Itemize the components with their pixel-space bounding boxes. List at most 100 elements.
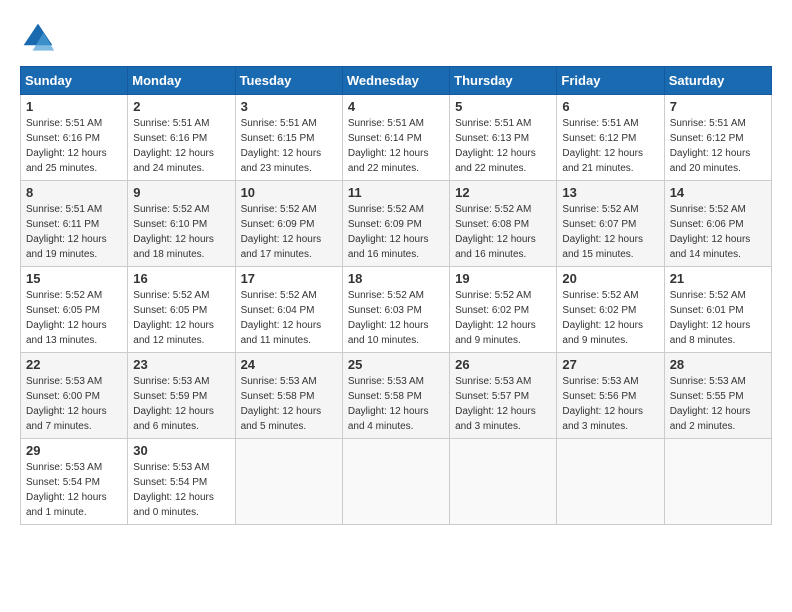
table-row: 29Sunrise: 5:53 AMSunset: 5:54 PMDayligh… — [21, 439, 128, 525]
day-number: 25 — [348, 357, 444, 372]
day-info: Sunrise: 5:52 AMSunset: 6:01 PMDaylight:… — [670, 288, 766, 348]
day-info: Sunrise: 5:52 AMSunset: 6:03 PMDaylight:… — [348, 288, 444, 348]
table-row: 8 Sunrise: 5:51 AMSunset: 6:11 PMDaylight… — [21, 181, 128, 267]
logo-icon — [20, 20, 56, 56]
day-info: Sunrise: 5:52 AMSunset: 6:06 PMDaylight:… — [670, 202, 766, 262]
day-number: 28 — [670, 357, 766, 372]
day-info: Sunrise: 5:52 AMSunset: 6:07 PMDaylight:… — [562, 202, 658, 262]
table-row: 13 Sunrise: 5:52 AMSunset: 6:07 PMDayligh… — [557, 181, 664, 267]
table-row: 14 Sunrise: 5:52 AMSunset: 6:06 PMDayligh… — [664, 181, 771, 267]
table-row — [557, 439, 664, 525]
day-number: 29 — [26, 443, 122, 458]
day-info: Sunrise: 5:52 AMSunset: 6:09 PMDaylight:… — [348, 202, 444, 262]
day-number: 19 — [455, 271, 551, 286]
table-row: 3 Sunrise: 5:51 AMSunset: 6:15 PMDaylight… — [235, 95, 342, 181]
day-info: Sunrise: 5:53 AMSunset: 5:58 PMDaylight:… — [348, 374, 444, 434]
table-row: 22 Sunrise: 5:53 AMSunset: 6:00 PMDayligh… — [21, 353, 128, 439]
day-info: Sunrise: 5:51 AMSunset: 6:12 PMDaylight:… — [670, 116, 766, 176]
day-number: 22 — [26, 357, 122, 372]
weekday-header-friday: Friday — [557, 67, 664, 95]
day-info: Sunrise: 5:52 AMSunset: 6:04 PMDaylight:… — [241, 288, 337, 348]
table-row: 6 Sunrise: 5:51 AMSunset: 6:12 PMDaylight… — [557, 95, 664, 181]
day-number: 14 — [670, 185, 766, 200]
table-row — [450, 439, 557, 525]
day-number: 1 — [26, 99, 122, 114]
table-row: 5 Sunrise: 5:51 AMSunset: 6:13 PMDaylight… — [450, 95, 557, 181]
calendar-table: SundayMondayTuesdayWednesdayThursdayFrid… — [20, 66, 772, 525]
day-number: 17 — [241, 271, 337, 286]
table-row: 23 Sunrise: 5:53 AMSunset: 5:59 PMDayligh… — [128, 353, 235, 439]
table-row: 27 Sunrise: 5:53 AMSunset: 5:56 PMDayligh… — [557, 353, 664, 439]
weekday-header-monday: Monday — [128, 67, 235, 95]
day-info: Sunrise: 5:52 AMSunset: 6:10 PMDaylight:… — [133, 202, 229, 262]
calendar-week-3: 15Sunrise: 5:52 AMSunset: 6:05 PMDayligh… — [21, 267, 772, 353]
day-info: Sunrise: 5:53 AMSunset: 6:00 PMDaylight:… — [26, 374, 122, 434]
day-info: Sunrise: 5:52 AMSunset: 6:05 PMDaylight:… — [133, 288, 229, 348]
day-info: Sunrise: 5:51 AMSunset: 6:14 PMDaylight:… — [348, 116, 444, 176]
table-row: 15Sunrise: 5:52 AMSunset: 6:05 PMDayligh… — [21, 267, 128, 353]
day-number: 27 — [562, 357, 658, 372]
day-info: Sunrise: 5:51 AMSunset: 6:11 PMDaylight:… — [26, 202, 122, 262]
calendar-header-row: SundayMondayTuesdayWednesdayThursdayFrid… — [21, 67, 772, 95]
calendar-week-1: 1 Sunrise: 5:51 AMSunset: 6:16 PMDaylight… — [21, 95, 772, 181]
calendar-body: 1 Sunrise: 5:51 AMSunset: 6:16 PMDaylight… — [21, 95, 772, 525]
table-row: 19 Sunrise: 5:52 AMSunset: 6:02 PMDayligh… — [450, 267, 557, 353]
day-number: 11 — [348, 185, 444, 200]
page-header — [20, 20, 772, 56]
day-info: Sunrise: 5:51 AMSunset: 6:16 PMDaylight:… — [26, 116, 122, 176]
weekday-header-wednesday: Wednesday — [342, 67, 449, 95]
day-info: Sunrise: 5:51 AMSunset: 6:12 PMDaylight:… — [562, 116, 658, 176]
day-number: 7 — [670, 99, 766, 114]
day-number: 9 — [133, 185, 229, 200]
day-number: 3 — [241, 99, 337, 114]
day-info: Sunrise: 5:53 AMSunset: 5:56 PMDaylight:… — [562, 374, 658, 434]
table-row: 30 Sunrise: 5:53 AMSunset: 5:54 PMDayligh… — [128, 439, 235, 525]
day-number: 10 — [241, 185, 337, 200]
day-number: 6 — [562, 99, 658, 114]
day-number: 8 — [26, 185, 122, 200]
table-row: 10Sunrise: 5:52 AMSunset: 6:09 PMDayligh… — [235, 181, 342, 267]
day-info: Sunrise: 5:53 AMSunset: 5:59 PMDaylight:… — [133, 374, 229, 434]
table-row: 7 Sunrise: 5:51 AMSunset: 6:12 PMDaylight… — [664, 95, 771, 181]
table-row: 12 Sunrise: 5:52 AMSunset: 6:08 PMDayligh… — [450, 181, 557, 267]
table-row — [664, 439, 771, 525]
day-number: 18 — [348, 271, 444, 286]
day-number: 21 — [670, 271, 766, 286]
table-row: 21 Sunrise: 5:52 AMSunset: 6:01 PMDayligh… — [664, 267, 771, 353]
table-row: 16Sunrise: 5:52 AMSunset: 6:05 PMDayligh… — [128, 267, 235, 353]
table-row: 28 Sunrise: 5:53 AMSunset: 5:55 PMDayligh… — [664, 353, 771, 439]
table-row: 24Sunrise: 5:53 AMSunset: 5:58 PMDayligh… — [235, 353, 342, 439]
calendar-week-2: 8 Sunrise: 5:51 AMSunset: 6:11 PMDaylight… — [21, 181, 772, 267]
day-number: 5 — [455, 99, 551, 114]
calendar-week-4: 22 Sunrise: 5:53 AMSunset: 6:00 PMDayligh… — [21, 353, 772, 439]
table-row: 20Sunrise: 5:52 AMSunset: 6:02 PMDayligh… — [557, 267, 664, 353]
day-info: Sunrise: 5:51 AMSunset: 6:15 PMDaylight:… — [241, 116, 337, 176]
table-row: 25 Sunrise: 5:53 AMSunset: 5:58 PMDayligh… — [342, 353, 449, 439]
table-row: 18 Sunrise: 5:52 AMSunset: 6:03 PMDayligh… — [342, 267, 449, 353]
day-info: Sunrise: 5:53 AMSunset: 5:54 PMDaylight:… — [133, 460, 229, 520]
day-info: Sunrise: 5:52 AMSunset: 6:08 PMDaylight:… — [455, 202, 551, 262]
day-info: Sunrise: 5:51 AMSunset: 6:16 PMDaylight:… — [133, 116, 229, 176]
table-row — [235, 439, 342, 525]
day-number: 23 — [133, 357, 229, 372]
day-number: 30 — [133, 443, 229, 458]
day-info: Sunrise: 5:52 AMSunset: 6:02 PMDaylight:… — [455, 288, 551, 348]
day-info: Sunrise: 5:51 AMSunset: 6:13 PMDaylight:… — [455, 116, 551, 176]
table-row: 2 Sunrise: 5:51 AMSunset: 6:16 PMDaylight… — [128, 95, 235, 181]
day-info: Sunrise: 5:53 AMSunset: 5:55 PMDaylight:… — [670, 374, 766, 434]
day-number: 12 — [455, 185, 551, 200]
table-row: 26Sunrise: 5:53 AMSunset: 5:57 PMDayligh… — [450, 353, 557, 439]
table-row: 17 Sunrise: 5:52 AMSunset: 6:04 PMDayligh… — [235, 267, 342, 353]
table-row: 1 Sunrise: 5:51 AMSunset: 6:16 PMDaylight… — [21, 95, 128, 181]
calendar-week-5: 29 Sunrise: 5:53 AMSunset: 5:54 PMDayligh… — [21, 439, 772, 525]
day-info: Sunrise: 5:53 AMSunset: 5:57 PMDaylight:… — [455, 374, 551, 434]
day-info: Sunrise: 5:52 AMSunset: 6:02 PMDaylight:… — [562, 288, 658, 348]
day-number: 4 — [348, 99, 444, 114]
day-number: 24 — [241, 357, 337, 372]
weekday-header-sunday: Sunday — [21, 67, 128, 95]
day-number: 13 — [562, 185, 658, 200]
day-info: Sunrise: 5:52 AMSunset: 6:05 PMDaylight:… — [26, 288, 122, 348]
day-number: 2 — [133, 99, 229, 114]
table-row: 4 Sunrise: 5:51 AMSunset: 6:14 PMDaylight… — [342, 95, 449, 181]
weekday-header-tuesday: Tuesday — [235, 67, 342, 95]
